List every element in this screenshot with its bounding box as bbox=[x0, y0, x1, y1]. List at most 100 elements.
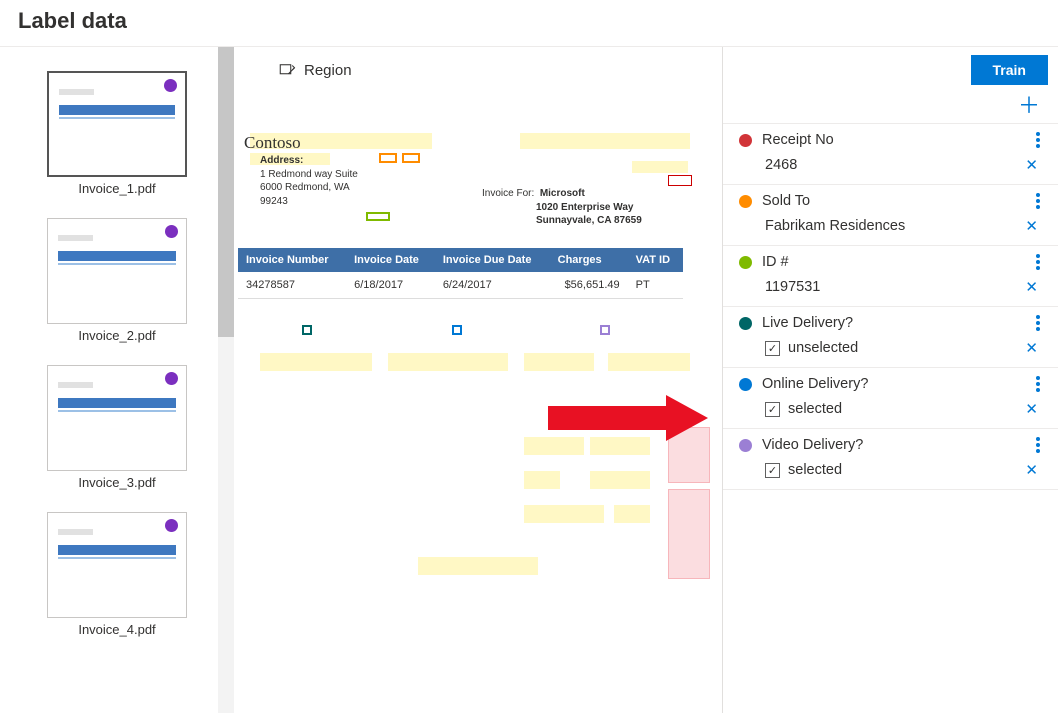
thumbnail-preview bbox=[47, 365, 187, 471]
region-tool-label[interactable]: Region bbox=[304, 62, 352, 79]
highlight bbox=[524, 505, 604, 523]
highlight bbox=[388, 353, 508, 371]
address-zip: 99243 bbox=[260, 196, 288, 207]
invoice-for-line: Sunnayvale, CA 87659 bbox=[536, 215, 642, 226]
field-color-dot bbox=[739, 134, 752, 147]
address-line: 6000 Redmond, WA bbox=[260, 182, 350, 193]
checkbox-icon: ✓ bbox=[765, 402, 780, 417]
page-header: Label data bbox=[0, 0, 1058, 47]
company-name: Contoso bbox=[244, 133, 708, 153]
checkbox-icon: ✓ bbox=[765, 463, 780, 478]
clear-field-button[interactable]: ✕ bbox=[1025, 156, 1042, 174]
col-header: Charges bbox=[550, 248, 628, 272]
region-selection[interactable] bbox=[668, 489, 710, 579]
field-name: Video Delivery? bbox=[762, 437, 1026, 453]
page-title: Label data bbox=[18, 8, 1040, 34]
thumbnail-label: Invoice_2.pdf bbox=[78, 328, 155, 343]
field-menu-button[interactable] bbox=[1036, 193, 1044, 209]
cell: PT bbox=[628, 272, 683, 299]
thumbnail-item[interactable]: Invoice_3.pdf bbox=[34, 365, 200, 490]
annotation-marker bbox=[302, 325, 312, 335]
field-item[interactable]: Receipt No 2468✕ bbox=[723, 124, 1058, 185]
highlight bbox=[614, 505, 650, 523]
invoice-for-label: Invoice For: bbox=[482, 188, 534, 199]
field-color-dot bbox=[739, 317, 752, 330]
field-item[interactable]: Live Delivery? ✓unselected✕ bbox=[723, 307, 1058, 368]
annotation-marker bbox=[452, 325, 462, 335]
clear-field-button[interactable]: ✕ bbox=[1025, 339, 1042, 357]
thumbnail-label: Invoice_3.pdf bbox=[78, 475, 155, 490]
invoice-for-line: 1020 Enterprise Way bbox=[536, 202, 633, 213]
clear-field-button[interactable]: ✕ bbox=[1025, 461, 1042, 479]
col-header: Invoice Due Date bbox=[435, 248, 550, 272]
highlight bbox=[418, 557, 538, 575]
table-row: 34278587 6/18/2017 6/24/2017 $56,651.49 … bbox=[238, 272, 683, 299]
field-name: Live Delivery? bbox=[762, 315, 1026, 331]
field-item[interactable]: Sold To Fabrikam Residences✕ bbox=[723, 185, 1058, 246]
highlight bbox=[260, 353, 372, 371]
thumbnail-label: Invoice_1.pdf bbox=[78, 181, 155, 196]
highlight bbox=[608, 353, 690, 371]
invoice-table: Invoice Number Invoice Date Invoice Due … bbox=[238, 248, 683, 299]
thumbnail-item[interactable]: Invoice_1.pdf bbox=[34, 71, 200, 196]
callout-arrow-icon bbox=[548, 395, 728, 441]
status-dot-icon bbox=[165, 519, 178, 532]
fields-panel: Train ＋ Receipt No2468✕Sold ToFabrikam R… bbox=[722, 47, 1058, 713]
field-name: Sold To bbox=[762, 193, 1026, 209]
field-color-dot bbox=[739, 439, 752, 452]
cell: $56,651.49 bbox=[550, 272, 628, 299]
field-menu-button[interactable] bbox=[1036, 376, 1044, 392]
table-header-row: Invoice Number Invoice Date Invoice Due … bbox=[238, 248, 683, 272]
highlight bbox=[590, 471, 650, 489]
cell: 6/24/2017 bbox=[435, 272, 550, 299]
scrollbar-thumb[interactable] bbox=[218, 47, 234, 337]
document-area: Contoso Address: 1 Redmond way Suite 600… bbox=[238, 133, 718, 299]
status-dot-icon bbox=[164, 79, 177, 92]
cell: 34278587 bbox=[238, 272, 346, 299]
invoice-for-name: Microsoft bbox=[540, 188, 585, 199]
field-item[interactable]: ID #1197531✕ bbox=[723, 246, 1058, 307]
col-header: Invoice Date bbox=[346, 248, 435, 272]
clear-field-button[interactable]: ✕ bbox=[1025, 217, 1042, 235]
field-name: Online Delivery? bbox=[762, 376, 1026, 392]
field-value: 2468 bbox=[765, 157, 1025, 173]
thumbnail-preview bbox=[47, 71, 187, 177]
field-value: ✓unselected bbox=[765, 340, 1025, 356]
field-menu-button[interactable] bbox=[1036, 315, 1044, 331]
col-header: Invoice Number bbox=[238, 248, 346, 272]
annotation-box bbox=[379, 153, 397, 163]
thumbnail-item[interactable]: Invoice_2.pdf bbox=[34, 218, 200, 343]
thumbnail-item[interactable]: Invoice_4.pdf bbox=[34, 512, 200, 637]
sidebar-scrollbar[interactable] bbox=[218, 47, 234, 713]
thumbnail-sidebar: Invoice_1.pdf Invoice_2.pdf Invoice_3.pd… bbox=[0, 47, 218, 713]
field-item[interactable]: Online Delivery? ✓selected✕ bbox=[723, 368, 1058, 429]
field-value: Fabrikam Residences bbox=[765, 218, 1025, 234]
field-menu-button[interactable] bbox=[1036, 254, 1044, 270]
thumbnail-label: Invoice_4.pdf bbox=[78, 622, 155, 637]
field-color-dot bbox=[739, 378, 752, 391]
checkbox-icon: ✓ bbox=[765, 341, 780, 356]
clear-field-button[interactable]: ✕ bbox=[1025, 400, 1042, 418]
document-canvas[interactable]: Region Contoso Address: 1 Redmond way Su… bbox=[234, 47, 722, 713]
field-menu-button[interactable] bbox=[1036, 437, 1044, 453]
status-dot-icon bbox=[165, 225, 178, 238]
annotation-box bbox=[402, 153, 420, 163]
cell: 6/18/2017 bbox=[346, 272, 435, 299]
col-header: VAT ID bbox=[628, 248, 683, 272]
annotation-marker bbox=[600, 325, 610, 335]
train-button[interactable]: Train bbox=[971, 55, 1048, 85]
field-value: ✓selected bbox=[765, 401, 1025, 417]
address-label: Address: bbox=[260, 155, 303, 166]
field-menu-button[interactable] bbox=[1036, 132, 1044, 148]
field-name: Receipt No bbox=[762, 132, 1026, 148]
clear-field-button[interactable]: ✕ bbox=[1025, 278, 1042, 296]
highlight bbox=[524, 471, 560, 489]
status-dot-icon bbox=[165, 372, 178, 385]
field-value: 1197531 bbox=[765, 279, 1025, 295]
address-line: 1 Redmond way Suite bbox=[260, 169, 358, 180]
highlight bbox=[524, 353, 594, 371]
field-color-dot bbox=[739, 256, 752, 269]
field-color-dot bbox=[739, 195, 752, 208]
add-field-button[interactable]: ＋ bbox=[1018, 95, 1040, 117]
field-item[interactable]: Video Delivery?✓selected✕ bbox=[723, 429, 1058, 490]
